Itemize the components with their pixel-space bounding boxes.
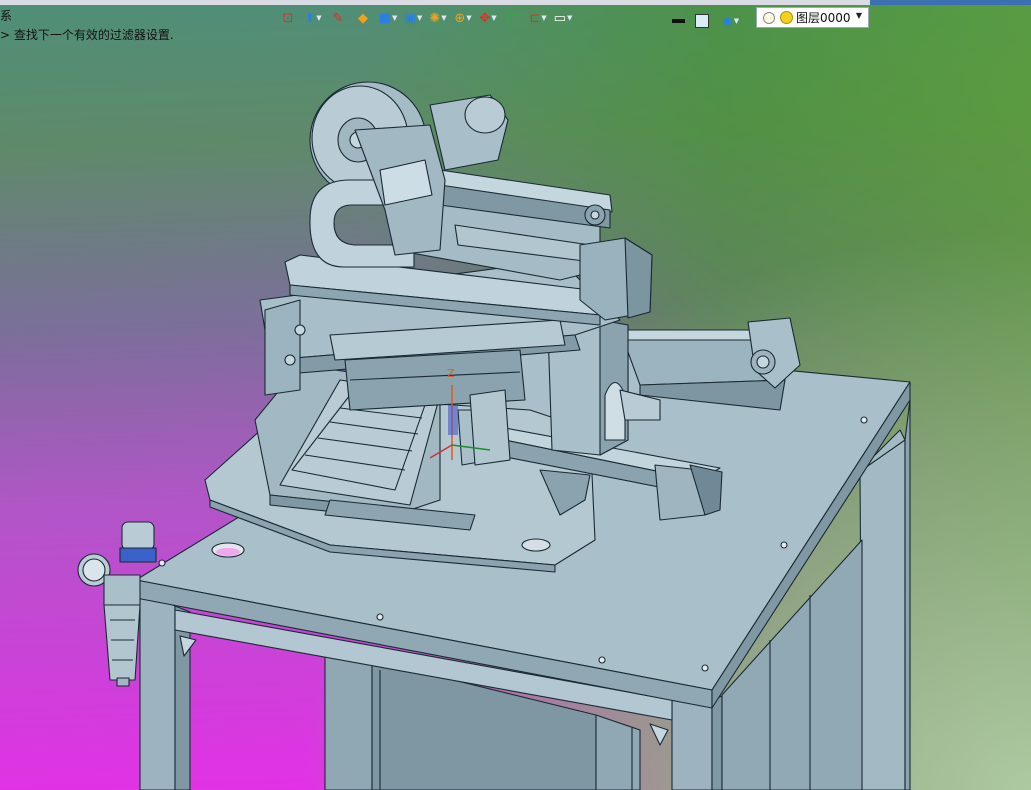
frame-icon[interactable]: ⊡ [276,7,300,29]
chevron-down-icon[interactable]: ▼ [417,14,422,22]
command-prompt-line-2: > 查找下一个有效的过滤器设置. [0,28,174,42]
solid-cube-icon[interactable]: ■ ▼ [376,7,400,29]
chevron-down-icon[interactable]: ▼ [392,14,397,22]
swatch-group: ◆ ▼ [672,10,743,32]
select-box-icon[interactable]: ▢ [501,7,525,29]
window-title-accent [870,0,1031,5]
monitor-icon[interactable]: ▭ ▼ [551,7,575,29]
chevron-down-icon[interactable]: ▼ [316,14,321,22]
view-cube-icon[interactable]: ▣ ▼ [401,7,425,29]
zoom-icon[interactable]: ⊕ ▼ [451,7,475,29]
axis-z-label: Z [447,367,455,380]
chevron-down-icon[interactable]: ▼ [541,14,546,22]
bracket-icon[interactable]: ⊏ ▼ [526,7,550,29]
chevron-down-icon[interactable]: ▼ [856,11,862,20]
layer-visible-icon[interactable] [780,11,793,24]
cad-model[interactable]: Z [0,0,1031,790]
layer-name: 图层0000 [796,11,851,25]
chevron-down-icon[interactable]: ▼ [441,14,446,22]
display-mode-icon[interactable]: ◆ ▼ [719,10,743,32]
layer-dropdown[interactable]: 图层0000 ▼ [756,7,869,28]
pin-icon[interactable]: ⬆ ▼ [301,7,325,29]
chevron-down-icon[interactable]: ▼ [466,14,471,22]
brush-icon[interactable]: ✎ [326,7,350,29]
eraser-icon[interactable]: ◆ [351,7,375,29]
graphics-viewport[interactable]: Z [0,0,1031,790]
command-prompt-line-1: 系 [0,9,13,23]
render-sphere-icon[interactable]: ✺ ▼ [426,7,450,29]
view-toolbar: ⊡ ⬆ ▼ ✎ ◆ ■ ▼ ▣ ▼ ✺ ▼ ⊕ ▼ ✥ ▼ ▢ ⊏ ▼ ▭ ▼ [276,6,575,30]
line-color-swatch[interactable] [672,19,685,23]
lightbulb-icon[interactable] [763,11,775,24]
chevron-down-icon[interactable]: ▼ [491,14,496,22]
fill-color-swatch[interactable] [695,14,709,28]
move-axis-icon[interactable]: ✥ ▼ [476,7,500,29]
chevron-down-icon[interactable]: ▼ [567,14,572,22]
